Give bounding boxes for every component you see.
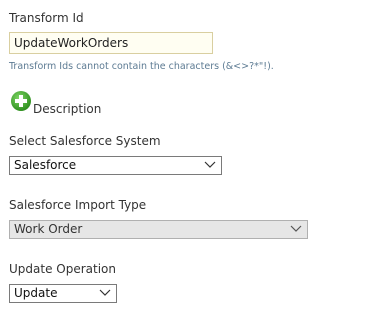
update-operation-label: Update Operation [9, 262, 116, 276]
transform-id-input[interactable]: UpdateWorkOrders [9, 32, 213, 54]
import-type-label: Salesforce Import Type [9, 198, 147, 212]
import-type-value: Work Order [14, 222, 83, 236]
salesforce-system-value: Salesforce [14, 158, 77, 172]
import-type-select[interactable]: Work Order [9, 220, 308, 239]
transform-id-label: Transform Id [9, 11, 84, 25]
transform-id-value: UpdateWorkOrders [14, 36, 129, 50]
salesforce-system-label: Select Salesforce System [9, 134, 161, 148]
chevron-down-icon [204, 161, 216, 168]
chevron-down-icon [290, 225, 302, 232]
salesforce-system-select[interactable]: Salesforce [9, 156, 222, 175]
update-operation-value: Update [14, 286, 58, 300]
update-operation-select[interactable]: Update [9, 284, 117, 303]
chevron-down-icon [99, 289, 111, 296]
description-label[interactable]: Description [33, 102, 101, 116]
transform-id-hint: Transform Ids cannot contain the charact… [9, 61, 274, 72]
add-circle-icon[interactable] [10, 90, 32, 112]
